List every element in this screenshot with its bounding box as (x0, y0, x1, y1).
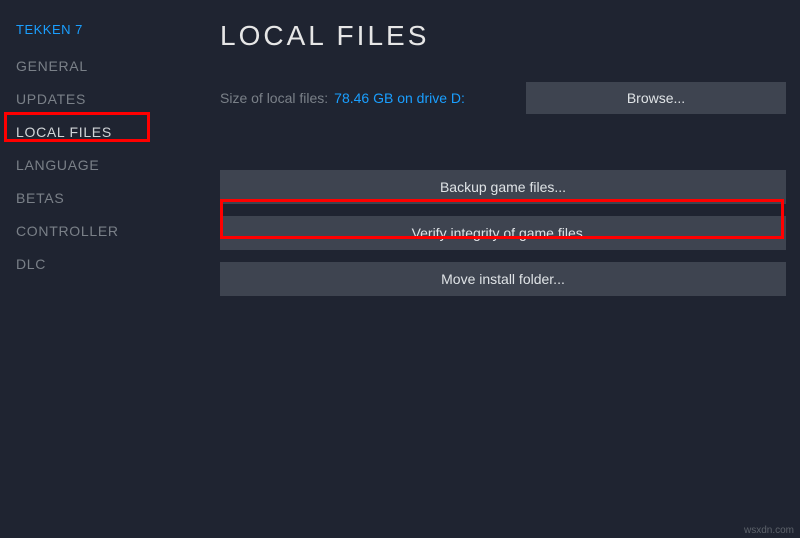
sidebar-item-general[interactable]: GENERAL (16, 56, 88, 76)
game-title: TEKKEN 7 (16, 22, 180, 37)
verify-integrity-button[interactable]: Verify integrity of game files... (220, 216, 786, 250)
watermark: wsxdn.com (744, 525, 794, 536)
backup-game-files-button[interactable]: Backup game files... (220, 170, 786, 204)
sidebar-item-updates[interactable]: UPDATES (16, 89, 86, 109)
sidebar-item-language[interactable]: LANGUAGE (16, 155, 99, 175)
sidebar-item-dlc[interactable]: DLC (16, 254, 46, 274)
browse-button[interactable]: Browse... (526, 82, 786, 114)
sidebar-item-betas[interactable]: BETAS (16, 188, 64, 208)
move-install-folder-button[interactable]: Move install folder... (220, 262, 786, 296)
main-content: LOCAL FILES Size of local files: 78.46 G… (180, 0, 800, 538)
action-buttons: Backup game files... Verify integrity of… (220, 170, 786, 296)
page-title: LOCAL FILES (220, 20, 786, 52)
sidebar: TEKKEN 7 GENERAL UPDATES LOCAL FILES LAN… (0, 0, 180, 538)
sidebar-item-controller[interactable]: CONTROLLER (16, 221, 119, 241)
size-row: Size of local files: 78.46 GB on drive D… (220, 82, 786, 114)
sidebar-item-local-files[interactable]: LOCAL FILES (16, 122, 112, 142)
size-value: 78.46 GB on drive D: (334, 90, 465, 106)
size-label: Size of local files: (220, 90, 328, 106)
